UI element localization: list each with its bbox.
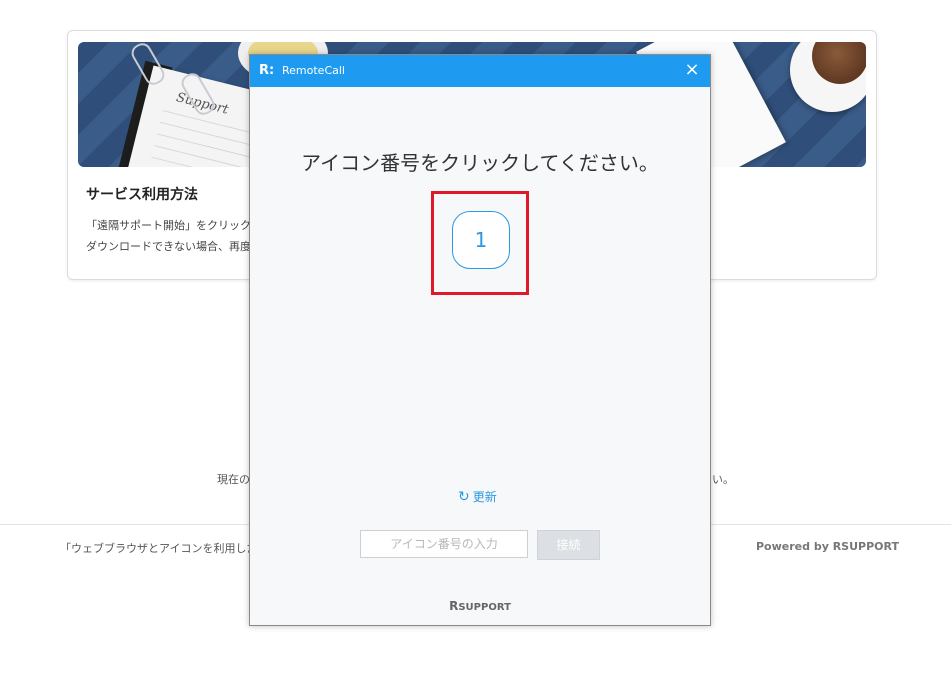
refresh-link[interactable]: ↻ 更新 — [458, 488, 497, 505]
rsupport-r-icon: R — [449, 599, 459, 613]
refresh-icon: ↻ — [458, 489, 470, 505]
powered-by-text: Powered by RSUPPORT — [756, 540, 899, 553]
icon-number-input[interactable] — [360, 530, 528, 558]
dialog-titlebar[interactable]: R: RemoteCall × — [250, 55, 710, 87]
close-button[interactable]: × — [682, 60, 702, 80]
card-title: サービス利用方法 — [86, 187, 198, 203]
instruction-text: アイコン番号をクリックしてください。 — [301, 151, 659, 175]
remotecall-dialog: R: RemoteCall × アイコン番号をクリックしてください。 1 ↻ 更新… — [249, 54, 711, 626]
close-icon: × — [684, 59, 700, 80]
refresh-label: 更新 — [472, 490, 497, 504]
notice-text-tail: い。 — [712, 473, 734, 486]
footer-description: 「ウェブブラウザとアイコンを利用した — [60, 542, 250, 555]
dialog-title: RemoteCall — [282, 64, 345, 77]
connect-button[interactable]: 接続 — [537, 530, 600, 560]
coffee-cup-graphic — [790, 42, 866, 112]
rsupport-logo: RSUPPORT — [449, 599, 511, 613]
remotecall-logo-icon: R: — [259, 63, 275, 78]
card-description: 「遠隔サポート開始」をクリックす ダウンロードできない場合、再度 — [86, 219, 262, 253]
icon-number-button[interactable]: 1 — [452, 211, 510, 269]
notice-text: 現在の — [217, 473, 250, 486]
